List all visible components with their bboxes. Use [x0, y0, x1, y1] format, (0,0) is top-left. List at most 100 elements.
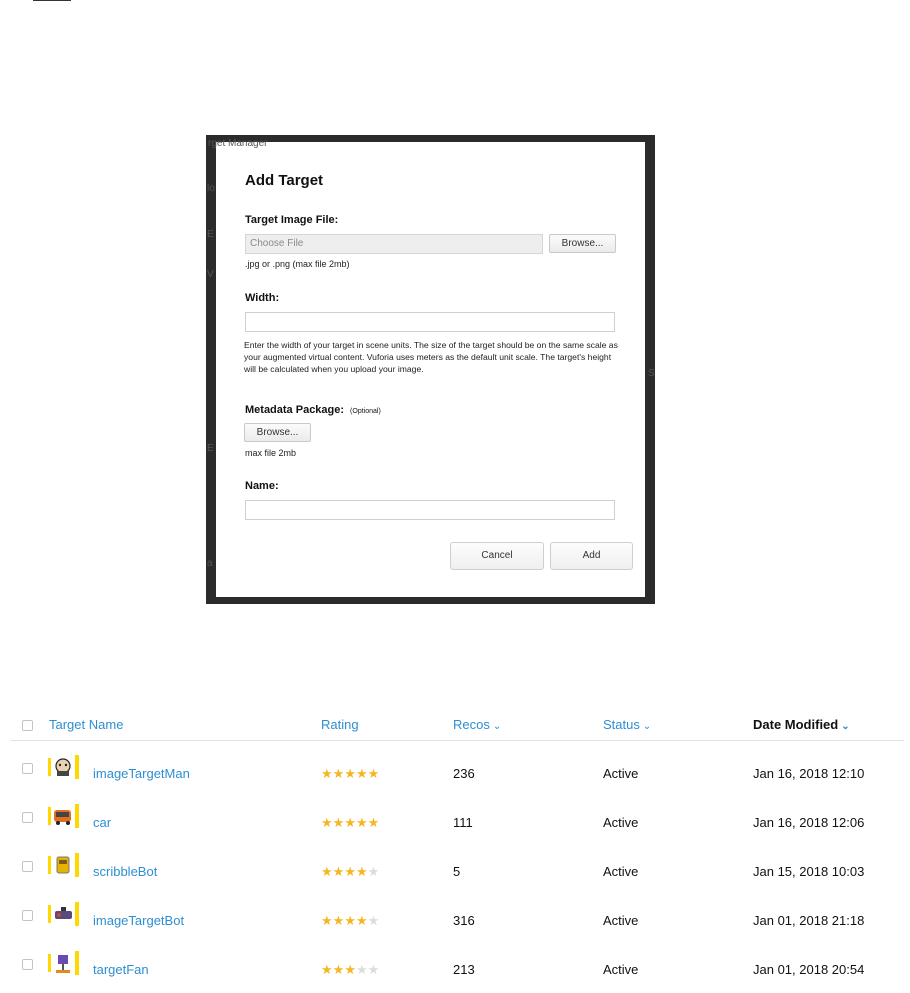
- target-thumbnail[interactable]: [48, 902, 79, 926]
- image-browse-button[interactable]: Browse...: [549, 234, 616, 253]
- choose-file-field[interactable]: Choose File: [245, 234, 543, 254]
- row-checkbox[interactable]: [22, 812, 33, 823]
- chevron-down-icon: ⌄: [492, 721, 502, 732]
- header-status-label: Status: [603, 717, 640, 732]
- header-status[interactable]: Status ⌄: [603, 717, 651, 732]
- metadata-optional: (Optional): [350, 408, 381, 415]
- recos-value: 213: [453, 962, 475, 977]
- star-filled-icon: ★: [355, 913, 368, 928]
- name-input[interactable]: [245, 500, 615, 520]
- target-name-link[interactable]: scribbleBot: [93, 864, 157, 879]
- cancel-button[interactable]: Cancel: [450, 542, 544, 570]
- star-filled-icon: ★: [332, 766, 345, 781]
- chevron-down-icon: ⌄: [642, 721, 652, 732]
- star-filled-icon: ★: [344, 913, 356, 928]
- table-row: car ★★★★★ 111 Active Jan 16, 2018 12:06: [0, 797, 910, 837]
- date-modified-value: Jan 15, 2018 10:03: [753, 864, 865, 879]
- star-empty-icon: ★: [355, 962, 368, 977]
- star-filled-icon: ★: [321, 766, 333, 781]
- star-rating: ★★★★★: [321, 913, 379, 929]
- table-row: imageTargetBot ★★★★★ 316 Active Jan 01, …: [0, 895, 910, 935]
- status-value: Active: [603, 913, 639, 928]
- target-name-link[interactable]: targetFan: [93, 962, 149, 977]
- background-label: E: [207, 443, 214, 454]
- star-rating: ★★★★★: [321, 864, 379, 880]
- image-file-label: Target Image File:: [245, 214, 339, 226]
- star-filled-icon: ★: [332, 913, 345, 928]
- header-date-label: Date Modified: [753, 717, 839, 732]
- recos-value: 236: [453, 766, 475, 781]
- star-filled-icon: ★: [355, 766, 368, 781]
- star-filled-icon: ★: [344, 962, 356, 977]
- star-filled-icon: ★: [344, 864, 356, 879]
- background-label: S: [648, 368, 655, 379]
- metadata-hint: max file 2mb: [245, 448, 297, 458]
- star-filled-icon: ★: [321, 913, 333, 928]
- metadata-label-text: Metadata Package:: [245, 404, 345, 416]
- star-filled-icon: ★: [344, 766, 356, 781]
- star-filled-icon: ★: [367, 766, 380, 781]
- star-filled-icon: ★: [332, 864, 345, 879]
- star-empty-icon: ★: [367, 913, 380, 928]
- width-label: Width:: [245, 292, 280, 304]
- width-help-text: Enter the width of your target in scene …: [244, 340, 618, 374]
- background-label: V: [207, 269, 214, 280]
- target-thumbnail[interactable]: [48, 755, 79, 779]
- target-thumbnail[interactable]: [48, 853, 79, 877]
- row-checkbox[interactable]: [22, 861, 33, 872]
- star-filled-icon: ★: [332, 815, 345, 830]
- star-rating: ★★★★★: [321, 962, 379, 978]
- star-filled-icon: ★: [355, 864, 368, 879]
- metadata-browse-button[interactable]: Browse...: [244, 423, 311, 442]
- star-filled-icon: ★: [344, 815, 356, 830]
- row-checkbox[interactable]: [22, 763, 33, 774]
- top-link-underline: [33, 0, 71, 1]
- table-row: scribbleBot ★★★★★ 5 Active Jan 15, 2018 …: [0, 846, 910, 886]
- width-input[interactable]: [245, 312, 615, 332]
- header-target-name[interactable]: Target Name: [49, 717, 123, 732]
- recos-value: 316: [453, 913, 475, 928]
- background-label: a: [207, 558, 213, 569]
- date-modified-value: Jan 16, 2018 12:06: [753, 815, 865, 830]
- target-name-link[interactable]: car: [93, 815, 111, 830]
- date-modified-value: Jan 01, 2018 20:54: [753, 962, 865, 977]
- row-checkbox[interactable]: [22, 910, 33, 921]
- row-checkbox[interactable]: [22, 959, 33, 970]
- add-button[interactable]: Add: [550, 542, 633, 570]
- header-rating[interactable]: Rating: [321, 717, 359, 732]
- select-all-checkbox[interactable]: [22, 720, 33, 731]
- star-rating: ★★★★★: [321, 815, 379, 831]
- add-target-dialog: Add Target Target Image File: Choose Fil…: [216, 142, 645, 597]
- star-filled-icon: ★: [332, 962, 345, 977]
- target-thumbnail[interactable]: [48, 804, 79, 828]
- date-modified-value: Jan 16, 2018 12:10: [753, 766, 865, 781]
- star-filled-icon: ★: [321, 962, 333, 977]
- header-recos[interactable]: Recos ⌄: [453, 717, 501, 732]
- chevron-down-icon: ⌄: [841, 721, 850, 732]
- name-label: Name:: [245, 480, 279, 492]
- date-modified-value: Jan 01, 2018 21:18: [753, 913, 865, 928]
- star-empty-icon: ★: [367, 962, 380, 977]
- table-row: targetFan ★★★★★ 213 Active Jan 01, 2018 …: [0, 944, 910, 984]
- star-filled-icon: ★: [367, 815, 380, 830]
- star-filled-icon: ★: [321, 815, 333, 830]
- target-thumbnail[interactable]: [48, 951, 79, 975]
- background-label: rget Manager: [208, 138, 268, 149]
- header-date-modified[interactable]: Date Modified ⌄: [753, 717, 850, 732]
- recos-value: 111: [453, 815, 473, 830]
- target-name-link[interactable]: imageTargetBot: [93, 913, 184, 928]
- metadata-label: Metadata Package: (Optional): [245, 404, 381, 416]
- status-value: Active: [603, 815, 639, 830]
- background-label: E: [207, 229, 214, 240]
- header-recos-label: Recos: [453, 717, 490, 732]
- background-label: lo: [207, 183, 215, 194]
- image-file-hint: .jpg or .png (max file 2mb): [245, 259, 350, 269]
- status-value: Active: [603, 962, 639, 977]
- star-filled-icon: ★: [355, 815, 368, 830]
- star-filled-icon: ★: [321, 864, 333, 879]
- header-divider: [10, 740, 904, 741]
- star-empty-icon: ★: [367, 864, 380, 879]
- target-name-link[interactable]: imageTargetMan: [93, 766, 190, 781]
- star-rating: ★★★★★: [321, 766, 379, 782]
- table-row: imageTargetMan ★★★★★ 236 Active Jan 16, …: [0, 748, 910, 788]
